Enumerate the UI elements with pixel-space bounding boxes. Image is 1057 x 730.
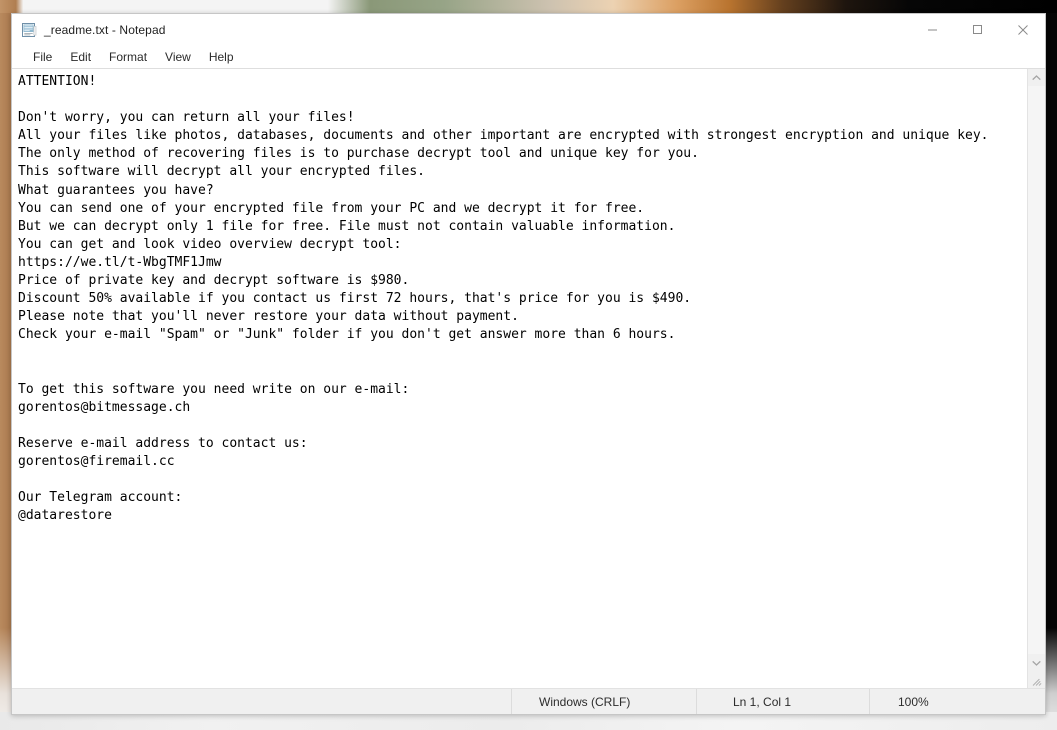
status-cursor-position[interactable]: Ln 1, Col 1 — [697, 689, 869, 714]
vertical-scrollbar[interactable] — [1027, 69, 1045, 688]
scrollbar-thumb[interactable] — [1028, 86, 1045, 654]
menu-item-format[interactable]: Format — [100, 48, 156, 66]
editor-area: ATTENTION! Don't worry, you can return a… — [12, 68, 1045, 688]
close-icon — [1017, 24, 1028, 35]
status-bar: Windows (CRLF) Ln 1, Col 1 100% — [12, 688, 1045, 714]
window-controls — [910, 14, 1045, 45]
chevron-down-icon — [1032, 660, 1041, 666]
menu-item-file[interactable]: File — [24, 48, 61, 66]
menu-item-edit[interactable]: Edit — [61, 48, 100, 66]
maximize-button[interactable] — [955, 14, 1000, 45]
status-zoom-level[interactable]: 100% — [870, 689, 1045, 714]
status-left-empty — [12, 689, 511, 714]
maximize-icon — [973, 25, 982, 34]
scroll-up-button[interactable] — [1028, 69, 1045, 86]
ransom-note-text: ATTENTION! Don't worry, you can return a… — [18, 74, 989, 524]
title-bar[interactable]: _readme.txt - Notepad — [12, 14, 1045, 45]
window-title: _readme.txt - Notepad — [44, 22, 166, 37]
menu-bar: File Edit Format View Help — [12, 45, 1045, 68]
chevron-up-icon — [1032, 74, 1041, 80]
text-editor[interactable]: ATTENTION! Don't worry, you can return a… — [12, 69, 1027, 688]
menu-item-view[interactable]: View — [156, 48, 200, 66]
close-button[interactable] — [1000, 14, 1045, 45]
scroll-down-button[interactable] — [1028, 654, 1045, 671]
status-line-ending[interactable]: Windows (CRLF) — [512, 689, 696, 714]
notepad-window: _readme.txt - Notepad File Edit Format V… — [11, 13, 1046, 715]
minimize-icon — [928, 29, 937, 31]
resize-grip[interactable] — [1028, 671, 1045, 688]
desktop-background-top-strip — [0, 0, 1057, 13]
minimize-button[interactable] — [910, 14, 955, 45]
menu-item-help[interactable]: Help — [200, 48, 243, 66]
scrollbar-track[interactable] — [1028, 86, 1045, 654]
notepad-document-icon — [21, 22, 37, 38]
